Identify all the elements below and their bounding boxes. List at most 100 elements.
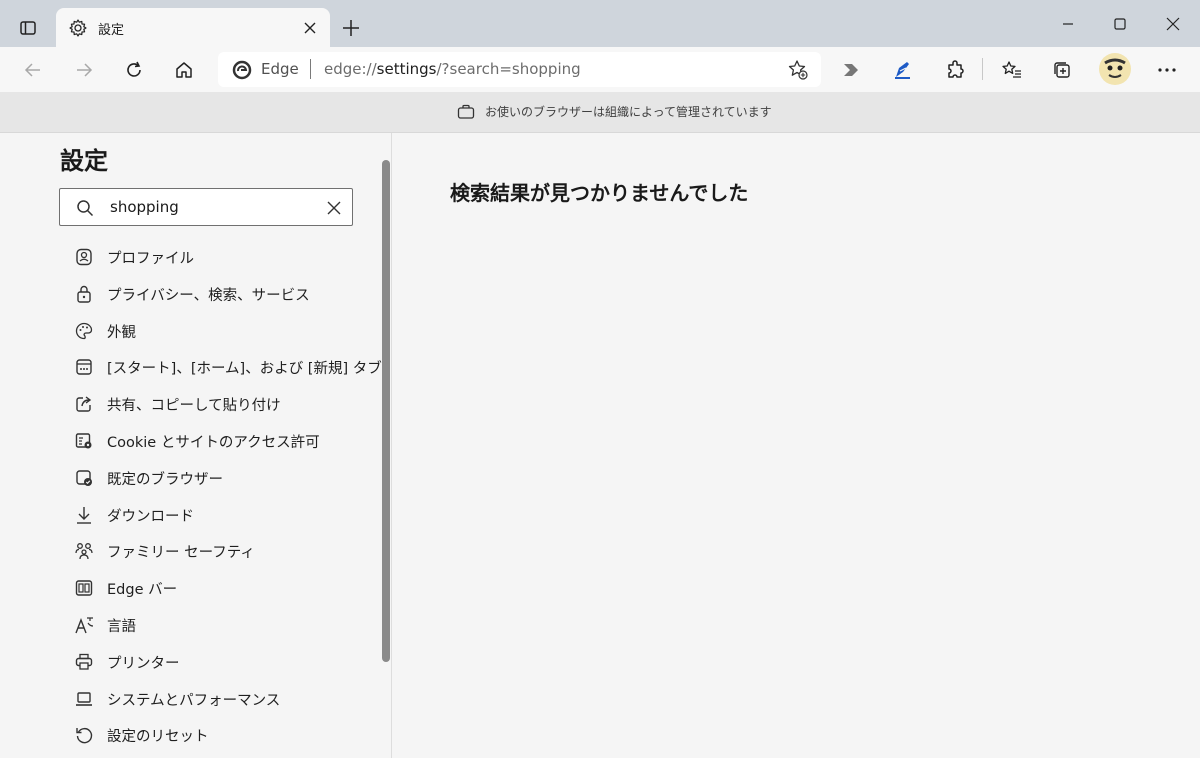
sidebar-item-label: Edge バー	[107, 582, 178, 599]
refresh-icon	[127, 61, 141, 77]
active-tab[interactable]: 設定	[56, 8, 330, 47]
back-button[interactable]	[18, 55, 48, 85]
printer-icon	[74, 652, 94, 672]
new-tab-icon	[74, 357, 94, 377]
toolbar: Edge edge://settings/?search=shopping	[0, 47, 1200, 92]
tab-actions-icon	[20, 21, 36, 35]
sidebar-item-family-safety[interactable]: ファミリー セーフティ	[60, 532, 370, 569]
sidebar-item-start-home-newtab[interactable]: [スタート]、[ホーム]、および [新規] タブ	[60, 348, 382, 385]
url-path: /?search=shopping	[436, 60, 581, 78]
gear-icon	[68, 18, 88, 38]
puzzle-icon	[948, 60, 964, 78]
sidebar-item-share-copy-paste[interactable]: 共有、コピーして貼り付け	[60, 385, 370, 422]
sidebar-item-label: 既定のブラウザー	[107, 471, 223, 488]
sidebar-item-system-performance[interactable]: システムとパフォーマンス	[60, 680, 370, 717]
close-icon	[1166, 17, 1180, 31]
sidebar-scrollbar[interactable]	[382, 160, 390, 662]
close-window-button[interactable]	[1159, 10, 1187, 38]
profile-avatar[interactable]	[1099, 53, 1131, 85]
arrow-right-icon	[77, 63, 93, 77]
tab-title: 設定	[98, 23, 125, 38]
close-icon	[327, 201, 341, 215]
sidebar-item-cookies-permissions[interactable]: Cookie とサイトのアクセス許可	[60, 422, 370, 459]
sidebar-item-label: [スタート]、[ホーム]、および [新規] タブ	[107, 361, 382, 378]
managed-banner: お使いのブラウザーは組織によって管理されています	[0, 92, 1200, 133]
sidebar-item-profile[interactable]: プロファイル	[60, 238, 370, 275]
palette-icon	[74, 321, 94, 341]
search-icon	[76, 199, 94, 217]
extensions-button[interactable]	[940, 55, 970, 85]
favorites-button[interactable]	[997, 55, 1027, 85]
avatar-face-icon	[1100, 54, 1130, 84]
settings-nav-list: プロファイル プライバシー、検索、サービス 外観 [スタート]、[ホーム]、およ…	[60, 238, 382, 753]
extension-button[interactable]	[837, 55, 867, 85]
settings-title: 設定	[60, 147, 108, 175]
clear-search-button[interactable]	[324, 198, 344, 218]
copilot-button[interactable]	[888, 55, 918, 85]
sidebar-item-printers[interactable]: プリンター	[60, 643, 370, 680]
plus-icon	[343, 20, 359, 36]
sidebar-item-downloads[interactable]: ダウンロード	[60, 496, 370, 533]
site-permissions-icon	[74, 431, 94, 451]
lock-icon	[74, 284, 94, 304]
home-icon	[176, 62, 192, 78]
maximize-button[interactable]	[1106, 10, 1134, 38]
address-bar[interactable]: Edge edge://settings/?search=shopping	[218, 52, 821, 87]
ellipsis-icon	[1158, 68, 1176, 72]
sidebar-item-label: プロファイル	[107, 251, 194, 267]
title-bar: 設定	[0, 0, 1200, 47]
sidebar-item-edge-bar[interactable]: Edge バー	[60, 569, 370, 606]
forward-button[interactable]	[69, 55, 99, 85]
collections-button[interactable]	[1047, 55, 1077, 85]
sidebar-item-label: ファミリー セーフティ	[107, 545, 255, 562]
sidebar-item-default-browser[interactable]: 既定のブラウザー	[60, 459, 370, 496]
managed-banner-text: お使いのブラウザーは組織によって管理されています	[485, 105, 772, 119]
sidebar-item-reset-settings[interactable]: 設定のリセット	[60, 716, 370, 753]
url-text[interactable]: edge://settings/?search=shopping	[324, 60, 581, 78]
laptop-icon	[74, 689, 94, 709]
settings-search-box[interactable]	[59, 188, 353, 226]
sidebar-item-languages[interactable]: 言語	[60, 606, 370, 643]
chevron-double-icon	[844, 64, 858, 76]
edge-logo-icon	[232, 60, 252, 80]
edge-bar-icon	[74, 578, 94, 598]
add-favorite-button[interactable]	[786, 58, 810, 82]
arrow-left-icon	[24, 63, 40, 77]
no-results-message: 検索結果が見つかりませんでした	[450, 181, 749, 205]
pen-icon	[895, 62, 910, 79]
collections-icon	[1054, 62, 1070, 78]
sidebar-item-label: プライバシー、検索、サービス	[107, 287, 310, 304]
tab-close-button[interactable]	[300, 18, 320, 38]
sidebar-item-label: 設定のリセット	[107, 729, 209, 746]
sidebar-item-appearance[interactable]: 外観	[60, 312, 370, 349]
favorites-list-icon	[1002, 61, 1021, 78]
new-tab-button[interactable]	[340, 17, 362, 39]
minimize-icon	[1063, 23, 1073, 25]
language-icon	[74, 615, 94, 635]
share-icon	[74, 394, 94, 414]
sidebar-item-label: システムとパフォーマンス	[107, 692, 281, 709]
sidebar-item-privacy[interactable]: プライバシー、検索、サービス	[60, 275, 370, 312]
sidebar-item-label: プリンター	[107, 655, 180, 672]
minimize-button[interactable]	[1054, 10, 1082, 38]
tab-actions-button[interactable]	[14, 14, 42, 42]
maximize-icon	[1114, 18, 1126, 30]
reset-icon	[74, 725, 94, 745]
address-separator	[310, 59, 311, 79]
more-button[interactable]	[1152, 55, 1182, 85]
site-name: Edge	[261, 60, 299, 78]
sidebar-item-label: ダウンロード	[107, 508, 194, 525]
close-icon	[304, 22, 316, 34]
star-add-icon	[788, 60, 808, 80]
settings-search-input[interactable]	[110, 197, 310, 217]
refresh-button[interactable]	[119, 55, 149, 85]
default-browser-icon	[74, 468, 94, 488]
home-button[interactable]	[169, 55, 199, 85]
download-icon	[74, 505, 94, 525]
url-scheme: edge://	[324, 60, 377, 78]
sidebar-item-label: 言語	[107, 618, 136, 635]
sidebar-item-label: 共有、コピーして貼り付け	[107, 398, 281, 415]
sidebar-item-label: 外観	[107, 324, 136, 341]
profile-icon	[74, 247, 94, 267]
family-icon	[74, 541, 94, 561]
